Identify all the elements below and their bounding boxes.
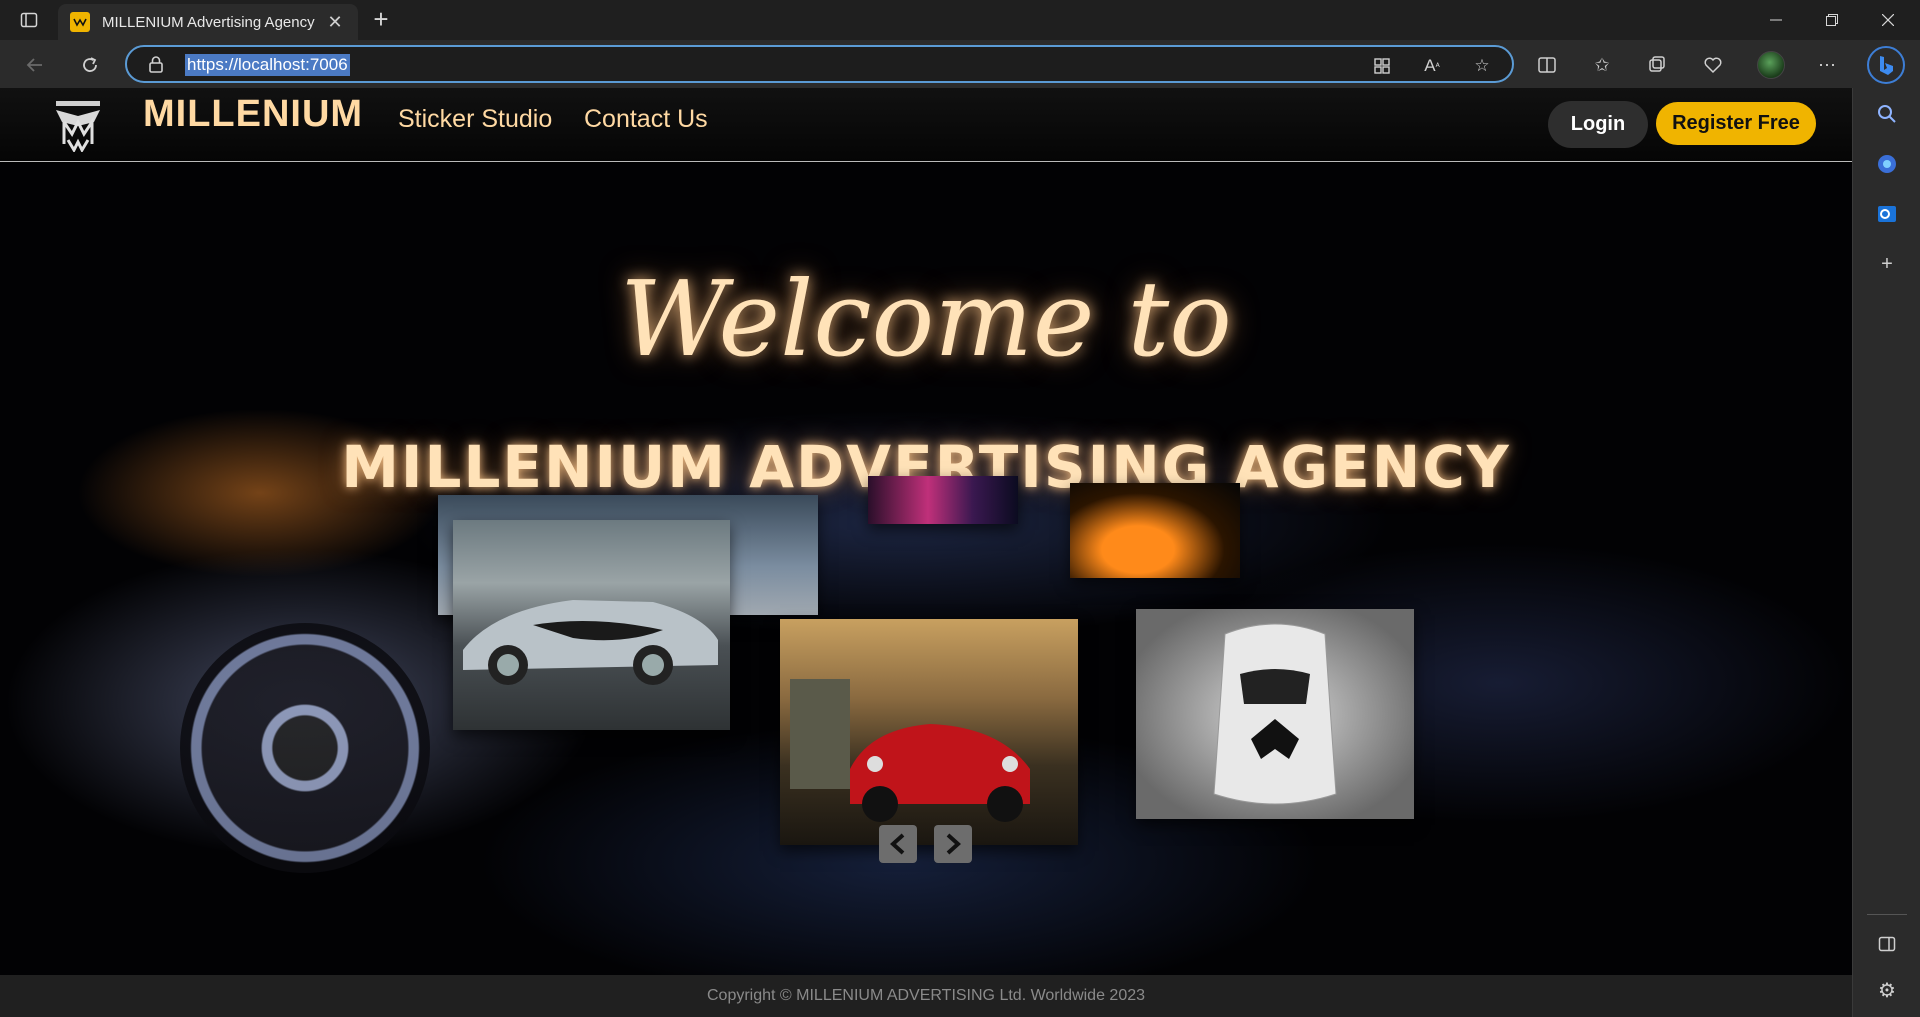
back-icon[interactable] [22, 52, 48, 78]
carousel-slide-back-right[interactable] [1070, 483, 1240, 578]
favorites-icon[interactable]: ✩ [1589, 52, 1615, 78]
tab-actions-icon[interactable] [18, 9, 40, 31]
carousel-slide-back-center[interactable] [868, 476, 1018, 524]
brand-logo-icon[interactable] [50, 100, 106, 154]
carousel-slide-white-car[interactable] [1136, 609, 1414, 819]
page-footer: Copyright © MILLENIUM ADVERTISING Ltd. W… [0, 975, 1852, 1017]
carousel-slide-silver-car[interactable] [453, 520, 730, 730]
carousel-slide-red-car[interactable] [780, 619, 1078, 845]
add-sidebar-app-icon[interactable]: + [1875, 252, 1899, 276]
more-options-icon[interactable]: ⋯ [1814, 52, 1840, 78]
restore-icon[interactable] [1804, 0, 1860, 40]
profile-avatar[interactable] [1757, 51, 1785, 79]
register-free-button[interactable]: Register Free [1656, 102, 1816, 145]
site-favicon-icon [70, 12, 90, 32]
nav-link-sticker-studio[interactable]: Sticker Studio [398, 105, 552, 134]
minimize-icon[interactable] [1748, 0, 1804, 40]
carousel-prev-button[interactable] [879, 825, 917, 863]
copyright-text: Copyright © MILLENIUM ADVERTISING Ltd. W… [706, 987, 1146, 1004]
url-text[interactable]: https://localhost:7006 [185, 54, 350, 76]
outlook-icon[interactable] [1875, 202, 1899, 226]
new-tab-icon[interactable]: + [368, 6, 394, 33]
edge-sidebar: + ⚙ [1852, 88, 1920, 1017]
close-window-icon[interactable] [1860, 0, 1916, 40]
sidebar-divider [1867, 914, 1907, 915]
favorite-star-icon[interactable]: ☆ [1471, 55, 1493, 77]
search-icon[interactable] [1875, 102, 1899, 126]
copilot-icon[interactable] [1875, 152, 1899, 176]
browser-essentials-icon[interactable] [1700, 52, 1726, 78]
tab-close-icon[interactable]: ✕ [324, 12, 346, 33]
welcome-heading: Welcome to [620, 258, 1232, 380]
nav-link-contact-us[interactable]: Contact Us [584, 105, 708, 134]
bing-copilot-icon[interactable] [1867, 46, 1905, 84]
address-bar[interactable]: https://localhost:7006 Aᴬ ☆ [125, 45, 1514, 83]
hide-sidebar-icon[interactable] [1875, 932, 1899, 956]
refresh-icon[interactable] [77, 52, 103, 78]
browser-tab-strip: MILLENIUM Advertising Agency ✕ + [0, 0, 1920, 40]
app-available-icon[interactable] [1371, 55, 1393, 77]
carousel-next-button[interactable] [934, 825, 972, 863]
page-viewport: MILLENIUM Sticker Studio Contact Us Logi… [0, 88, 1852, 1017]
collections-icon[interactable] [1644, 52, 1670, 78]
background-car-wheel [180, 623, 430, 873]
login-button[interactable]: Login [1548, 101, 1648, 148]
site-navbar: MILLENIUM Sticker Studio Contact Us Logi… [0, 88, 1852, 162]
tab-title: MILLENIUM Advertising Agency [102, 13, 315, 31]
brand-name[interactable]: MILLENIUM [143, 93, 363, 136]
settings-gear-icon[interactable]: ⚙ [1875, 978, 1899, 1002]
browser-toolbar: https://localhost:7006 Aᴬ ☆ ✩ ⋯ [0, 40, 1920, 88]
split-screen-icon[interactable] [1534, 52, 1560, 78]
browser-tab-active[interactable]: MILLENIUM Advertising Agency ✕ [58, 4, 358, 40]
read-aloud-icon[interactable]: Aᴬ [1421, 55, 1443, 77]
lock-icon[interactable] [147, 55, 165, 73]
